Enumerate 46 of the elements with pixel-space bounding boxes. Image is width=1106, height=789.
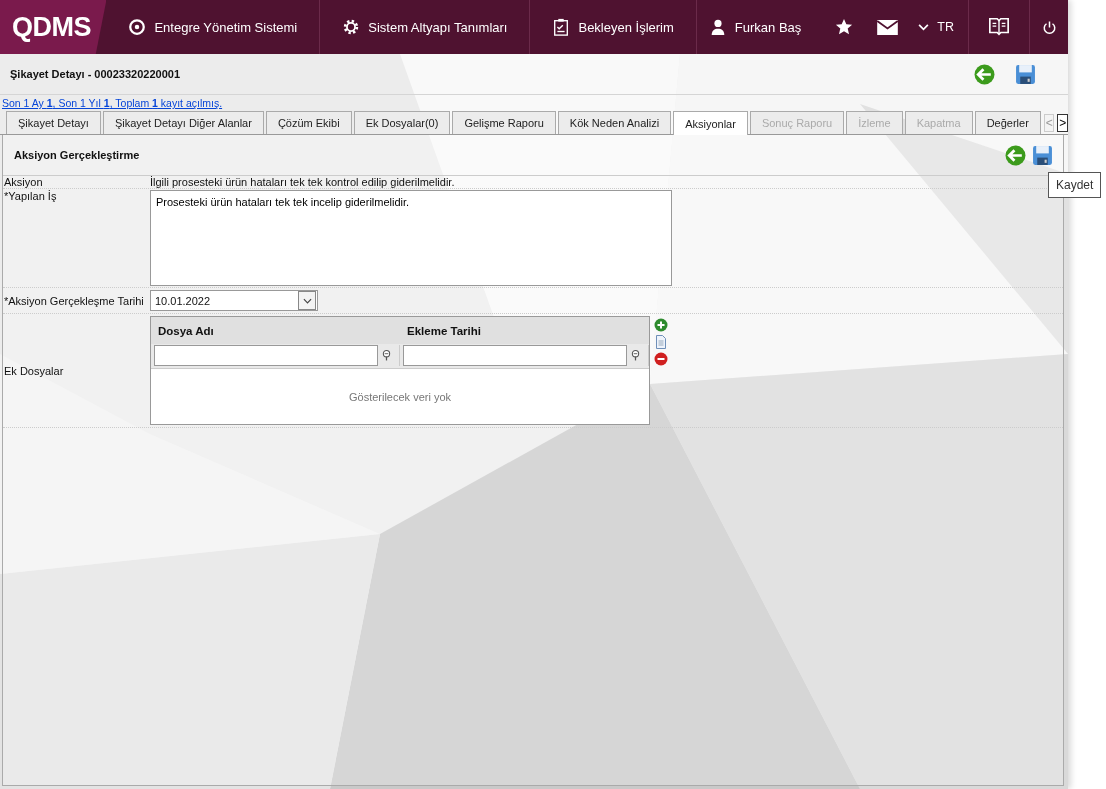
mail-icon[interactable] <box>877 19 899 35</box>
tab[interactable]: Çözüm Ekibi <box>265 111 352 134</box>
field-value: İlgili prosesteki ürün hataları tek tek kontrol edilip giderilmelidir. <box>150 176 455 188</box>
date-dropdown[interactable]: 10.01.2022 <box>150 290 318 311</box>
record-info-link[interactable]: Son 1 Ay 1, Son 1 Yıl 1, Toplam 1 kayıt açılmış. <box>0 95 1068 109</box>
column-header[interactable]: Dosya Adı <box>151 324 400 337</box>
remove-icon[interactable] <box>654 352 668 366</box>
clipboard-icon <box>552 18 571 36</box>
tab[interactable]: Kök Neden Analizi <box>557 111 672 134</box>
filter-field[interactable] <box>403 345 627 366</box>
field-label: Aksiyon <box>3 176 44 188</box>
chevron-icon <box>302 297 312 304</box>
book-icon <box>988 16 1010 38</box>
back-icon[interactable] <box>1005 144 1026 166</box>
filter-icon[interactable] <box>631 350 640 361</box>
document-icon[interactable] <box>654 335 668 349</box>
text-area[interactable]: Prosesteki ürün hataları tek tek incelip giderilmelidir. <box>150 190 672 286</box>
star-icon[interactable] <box>835 18 854 36</box>
circle-logo-icon <box>128 18 147 36</box>
tooltip: Kaydet <box>1048 172 1102 198</box>
filter-field[interactable] <box>154 345 378 366</box>
save-icon[interactable] <box>1015 63 1036 85</box>
page-title: Şikayet Detayı - 00023320220001 <box>10 68 181 80</box>
empty-message: Gösterilecek veri yok <box>348 390 452 403</box>
power-icon <box>1041 19 1057 35</box>
tab[interactable]: Şikayet Detayı Diğer Alanlar <box>102 111 264 134</box>
tab[interactable]: Şikayet Detayı <box>6 111 101 134</box>
filter-icon[interactable] <box>382 350 391 361</box>
section-title: Aksiyon Gerçekleştirme <box>14 149 140 161</box>
settings-icon <box>342 18 361 36</box>
language-selector[interactable]: TR <box>918 20 954 34</box>
nav-item[interactable]: Furkan Baş <box>696 0 824 54</box>
back-icon[interactable] <box>974 63 995 85</box>
save-icon[interactable] <box>1032 144 1053 166</box>
field-label: *Aksiyon Gerçekleşme Tarihi <box>3 294 145 307</box>
add-icon[interactable] <box>654 318 668 332</box>
tab-scroll-button[interactable]: > <box>1057 113 1068 132</box>
chevron-icon <box>918 23 930 31</box>
column-header[interactable]: Ekleme Tarihi <box>400 324 649 337</box>
field-label: Ek Dosyalar <box>3 364 65 377</box>
logo[interactable]: QDMS <box>12 11 91 43</box>
tab[interactable]: Değerler <box>974 111 1041 134</box>
tab[interactable]: Gelişme Raporu <box>452 111 556 134</box>
field-label: *Yapılan İş <box>3 190 58 202</box>
tab[interactable]: Ek Dosyalar(0) <box>353 111 451 134</box>
tab[interactable]: Aksiyonlar <box>673 111 748 135</box>
